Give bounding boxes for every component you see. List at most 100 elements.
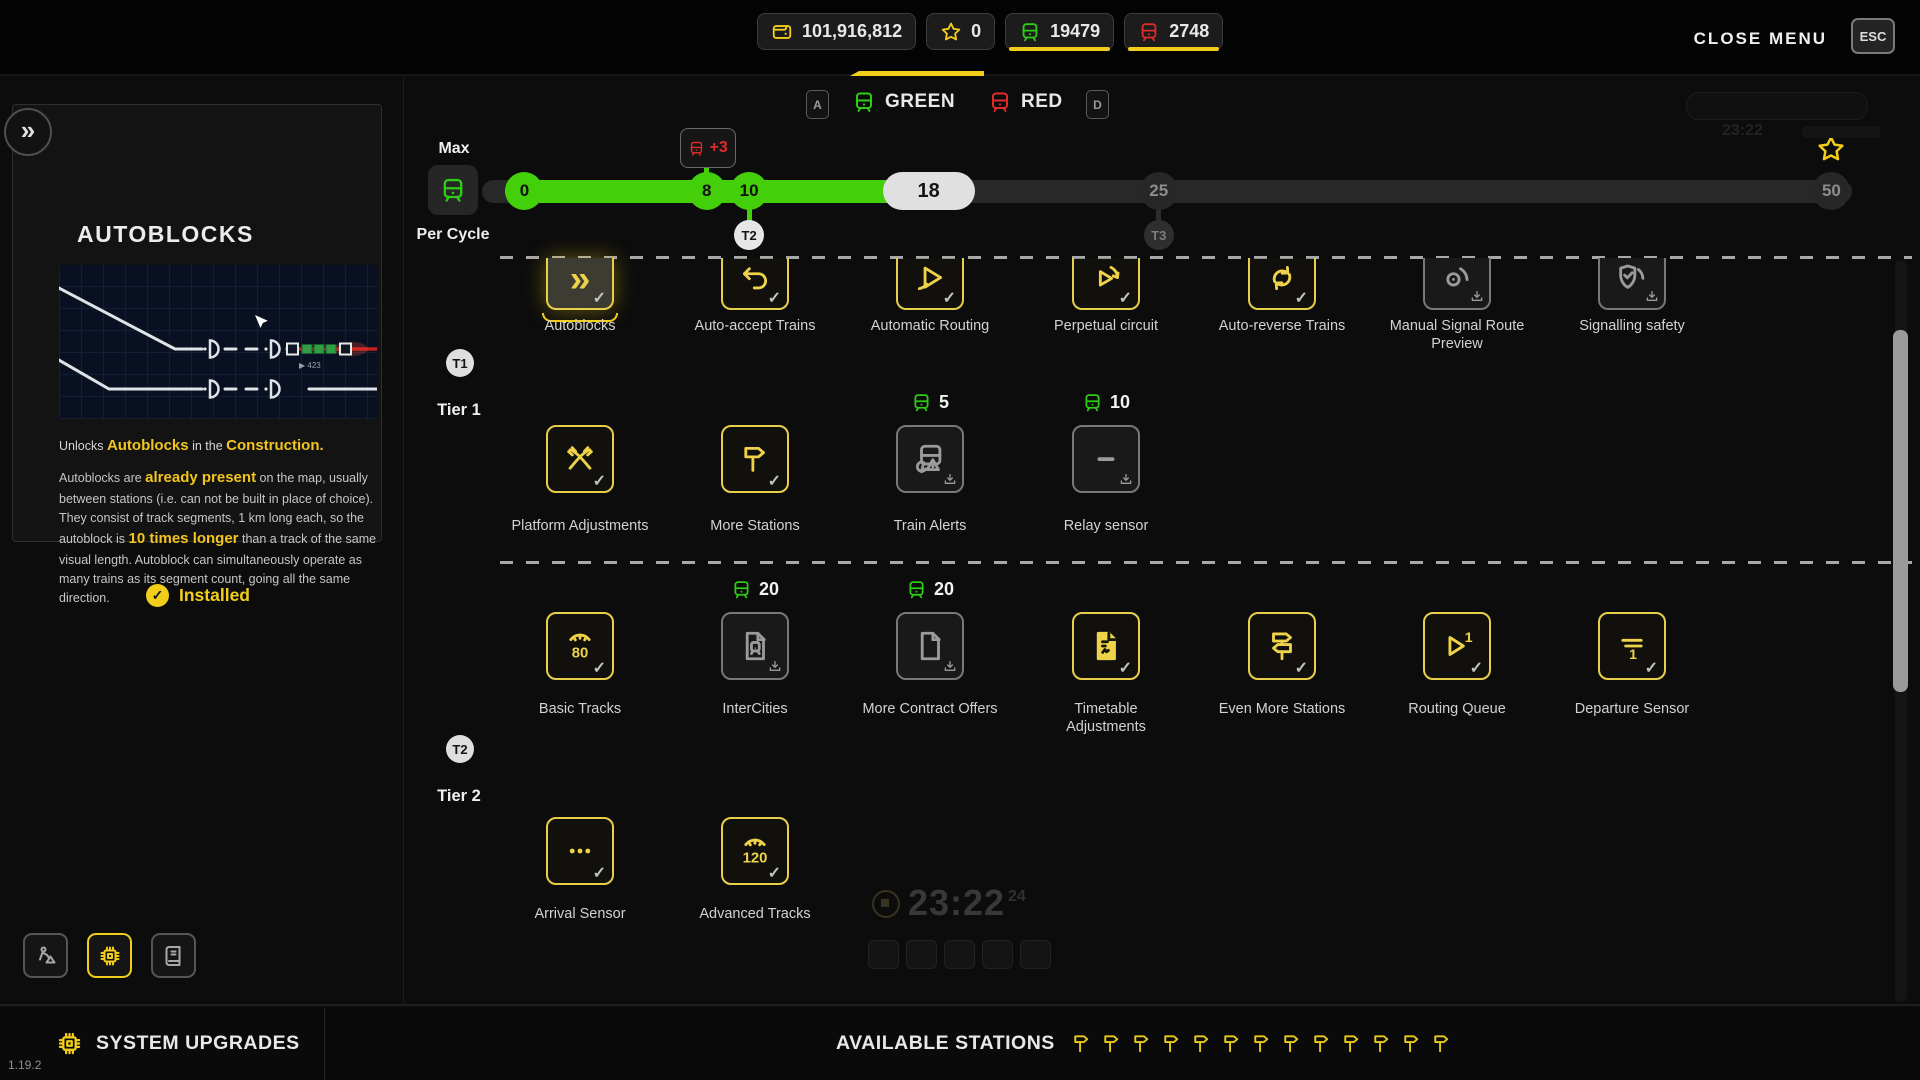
per-cycle-label: Per Cycle [404,226,502,244]
station-signpost-icon [1340,1031,1363,1056]
stars-value: 0 [971,21,981,42]
train-requirement-badge: 5 [885,392,975,413]
upgrade-card-intercities[interactable] [721,612,789,680]
station-signpost-icon [1310,1031,1333,1056]
train-requirement-badge: 20 [710,579,800,600]
download-icon [767,659,783,675]
upgrade-card-automatic-routing[interactable]: ✓ [896,258,964,310]
system-upgrades-header: SYSTEM UPGRADES [56,1006,300,1080]
text: Autoblocks are [59,471,145,485]
purchased-check-icon: ✓ [1295,288,1308,308]
slider-current-handle[interactable]: 18 [883,172,975,210]
dash-icon [1089,442,1123,476]
max-per-cycle-slider[interactable]: 0+38T210T3255018 [482,180,1852,203]
station-signpost-icon [1100,1031,1123,1056]
autoblocks-preview-image: ▶ 423 [59,265,377,419]
upgrade-card-signalling-safety[interactable] [1598,258,1666,310]
upgrade-card-advanced-tracks[interactable]: 120✓ [721,817,789,885]
upgrade-card-departure-sensor[interactable]: 1✓ [1598,612,1666,680]
svg-text:▶ 423: ▶ 423 [299,361,321,370]
green-train-icon [1082,392,1103,413]
construction-menu-button[interactable] [23,933,68,978]
upgrade-card-timetable-adjustments[interactable]: ✓ [1072,612,1140,680]
slider-stop-8: 8 [688,172,726,210]
background-speed-button [906,940,937,969]
purchased-check-icon: ✓ [593,471,606,491]
train-requirement-badge: 20 [885,579,975,600]
upgrade-card-autoblocks[interactable]: »✓ [546,258,614,310]
train-requirement-count: 20 [934,579,954,600]
upgrade-label: Even More Stations [1187,700,1377,718]
purchased-check-icon: ✓ [1295,658,1308,678]
upgrade-label: Basic Tracks [485,700,675,718]
version-label: 1.19.2 [8,1058,41,1072]
tab-green[interactable]: GREEN [852,86,955,118]
manual-menu-button[interactable] [151,933,196,978]
tab-d[interactable]: D [1086,90,1109,119]
tier-marker-t2: T2 [734,220,764,250]
tab-red[interactable]: RED [988,86,1063,118]
upgrade-label: Relay sensor [1011,517,1201,535]
esc-key-badge[interactable]: ESC [1851,18,1895,54]
svg-text:120: 120 [743,850,768,866]
available-stations-label: AVAILABLE STATIONS [836,1032,1055,1055]
red-train-icon [688,140,705,157]
purchased-check-icon: ✓ [768,863,781,883]
upgrade-card-platform-adjustments[interactable]: ✓ [546,425,614,493]
station-signpost-icon [1220,1031,1243,1056]
resource-pills: 101,916,812 0 19479 2748 [757,13,1223,50]
upgrade-card-routing-queue[interactable]: 1✓ [1423,612,1491,680]
upgrade-label: Auto-accept Trains [660,317,850,335]
upgrade-label: Train Alerts [835,517,1025,535]
tab-green-label: GREEN [885,91,955,113]
red-trains-value: 2748 [1169,21,1209,42]
bonus-value: +3 [710,139,728,157]
station-signpost-icon [1070,1031,1093,1056]
background-clock: 23:22 [908,882,1005,924]
train-capacity-icon-box [428,165,478,215]
upgrade-card-more-contract-offers[interactable] [896,612,964,680]
panel-collapse-button[interactable]: » [4,108,52,156]
upgrade-card-auto-reverse-trains[interactable]: ✓ [1248,258,1316,310]
purchased-check-icon: ✓ [593,863,606,883]
star-icon [940,21,962,43]
scrollbar-thumb[interactable] [1893,330,1908,692]
station-signpost-icon [1370,1031,1393,1056]
doc-icon [913,629,947,663]
green-train-icon [911,392,932,413]
upgrade-label: Signalling safety [1537,317,1727,335]
green-trains-value: 19479 [1050,21,1100,42]
slider-stop-10: 10 [730,172,768,210]
max-label: Max [428,140,480,158]
svg-text:80: 80 [572,645,589,661]
download-icon [1644,289,1660,305]
upgrade-card-manual-signal-route-preview[interactable] [1423,258,1491,310]
upgrade-card-basic-tracks[interactable]: 80✓ [546,612,614,680]
available-stations-icons [1070,1031,1453,1056]
upgrade-card-even-more-stations[interactable]: ✓ [1248,612,1316,680]
highlighted-text: already present [145,469,256,486]
upgrade-card-relay-sensor[interactable] [1072,425,1140,493]
train-requirement-count: 20 [759,579,779,600]
track-diagram: ▶ 423 [59,265,377,419]
tab-a[interactable]: A [806,90,829,119]
highlighted-text: Autoblocks [107,437,189,454]
upgrade-card-perpetual-circuit[interactable]: ✓ [1072,258,1140,310]
download-icon [1469,289,1485,305]
upgrade-card-auto-accept-trains[interactable]: ✓ [721,258,789,310]
purchased-check-icon: ✓ [768,288,781,308]
system-upgrades-menu-button[interactable] [87,933,132,978]
doc-train-icon [738,629,772,663]
bottom-bar: SYSTEM UPGRADES AVAILABLE STATIONS [0,1004,1920,1080]
upgrade-card-train-alerts[interactable] [896,425,964,493]
upgrade-card-more-stations[interactable]: ✓ [721,425,789,493]
upgrade-label: Auto-reverse Trains [1187,317,1377,335]
upgrade-card-arrival-sensor[interactable]: ✓ [546,817,614,885]
text: Unlocks [59,439,107,453]
green-train-icon [1019,21,1041,43]
top-bar: 101,916,812 0 19479 2748 CLOSE MENU ESC [0,0,1920,76]
red-train-bonus-badge: +3 [680,128,736,168]
close-menu-button[interactable]: CLOSE MENU [1694,29,1827,49]
station-signpost-icon [1190,1031,1213,1056]
tier2-badge: T2 [446,735,474,763]
